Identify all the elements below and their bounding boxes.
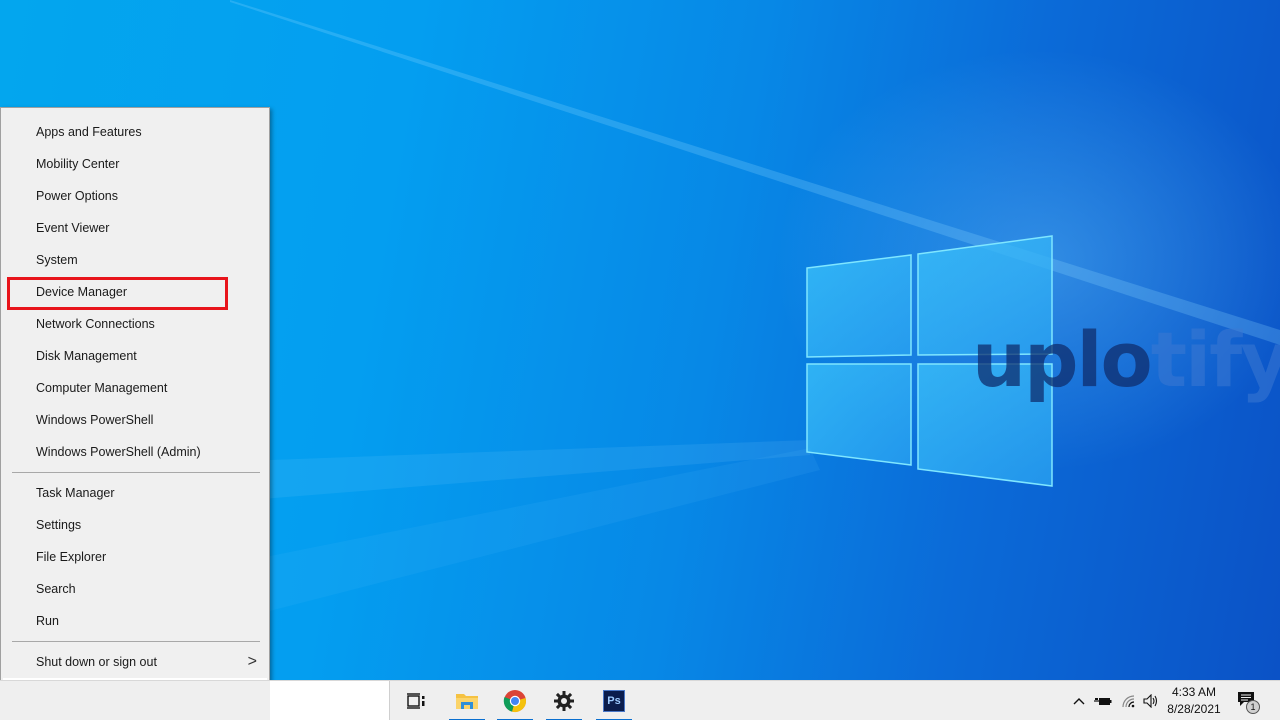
menu-item-label: Event Viewer [36,221,110,235]
battery-tray-button[interactable] [1092,681,1114,720]
notification-count: 1 [1250,702,1256,712]
chevron-up-icon [1073,698,1085,705]
photoshop-icon: Ps [603,690,625,712]
menu-item-computer-management[interactable]: Computer Management [3,372,267,404]
menu-item-disk-management[interactable]: Disk Management [3,340,267,372]
menu-item-task-manager[interactable]: Task Manager [3,477,267,509]
taskbar-search-box[interactable] [270,681,390,720]
taskbar-chrome[interactable] [491,681,539,720]
menu-item-run[interactable]: Run [3,605,267,637]
clock-time: 4:33 AM [1171,685,1217,699]
taskbar-settings[interactable] [540,681,588,720]
menu-item-label: Mobility Center [36,157,120,171]
taskbar: Ps 4:33 AM 8/28/2021 1 [0,680,1280,720]
photoshop-icon-label: Ps [607,695,621,707]
menu-item-network-connections[interactable]: Network Connections [3,308,267,340]
menu-item-label: Network Connections [36,317,155,331]
menu-item-label: Search [36,582,76,596]
menu-item-power-options[interactable]: Power Options [3,180,267,212]
chrome-icon [503,690,526,712]
clock-date: 8/28/2021 [1167,702,1221,716]
menu-item-label: Task Manager [36,486,115,500]
menu-item-shut-down-or-sign-out[interactable]: Shut down or sign out > [3,646,267,678]
menu-separator [12,472,260,473]
gear-icon [554,691,574,711]
watermark-light-part: tify [1150,315,1280,404]
show-hidden-icons-button[interactable] [1068,681,1090,720]
menu-item-label: System [36,253,78,267]
menu-item-apps-and-features[interactable]: Apps and Features [3,116,267,148]
folder-icon [456,694,478,709]
battery-charging-icon [1094,698,1112,705]
menu-item-label: Settings [36,518,82,532]
taskbar-photoshop[interactable]: Ps [590,681,638,720]
menu-item-label: Run [36,614,59,628]
menu-item-event-viewer[interactable]: Event Viewer [3,212,267,244]
task-view-button[interactable] [392,681,440,720]
menu-item-label: File Explorer [36,550,107,564]
network-tray-button[interactable] [1118,681,1140,720]
menu-item-label: Disk Management [36,349,137,363]
task-view-icon [407,693,425,709]
menu-item-label: Windows PowerShell [36,413,154,427]
menu-item-settings[interactable]: Settings [3,509,267,541]
menu-item-label: Shut down or sign out [36,655,157,669]
menu-item-label: Apps and Features [36,125,142,139]
uplotify-watermark: uplotify [972,322,1280,398]
volume-tray-button[interactable] [1140,681,1162,720]
taskbar-clock[interactable]: 4:33 AM 8/28/2021 [1162,684,1226,718]
winx-context-menu: Apps and Features Mobility Center Power … [0,107,270,718]
menu-item-file-explorer[interactable]: File Explorer [3,541,267,573]
chevron-right-icon: > [247,653,257,670]
watermark-dark-part: uplo [972,315,1153,404]
menu-item-windows-powershell-admin[interactable]: Windows PowerShell (Admin) [3,436,267,468]
menu-item-label: Power Options [36,189,118,203]
menu-item-system[interactable]: System [3,244,267,276]
menu-item-label: Computer Management [36,381,168,395]
device-manager-highlight-annotation [7,277,228,310]
menu-item-search[interactable]: Search [3,573,267,605]
notification-count-badge: 1 [1246,700,1260,714]
menu-item-mobility-center[interactable]: Mobility Center [3,148,267,180]
wifi-icon [1122,695,1135,708]
menu-item-windows-powershell[interactable]: Windows PowerShell [3,404,267,436]
menu-separator [12,641,260,642]
action-center-button[interactable]: 1 [1234,681,1264,720]
menu-item-label: Windows PowerShell (Admin) [36,445,201,459]
speaker-icon [1143,694,1158,708]
taskbar-file-explorer[interactable] [443,681,491,720]
